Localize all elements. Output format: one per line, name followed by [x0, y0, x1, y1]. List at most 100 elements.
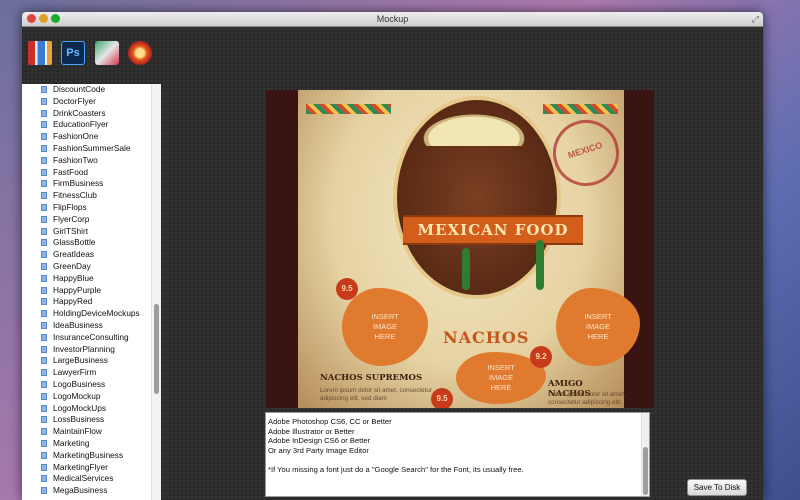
folder-icon	[41, 310, 47, 318]
sidebar-scroll-thumb[interactable]	[154, 304, 159, 394]
sidebar-item-label: MarketingBusiness	[53, 449, 124, 460]
sidebar-item[interactable]: MedicalServices	[22, 473, 160, 485]
illustrator-icon[interactable]	[128, 41, 152, 65]
folder-icon	[41, 487, 47, 495]
sidebar-item-label: FlyerCorp	[53, 213, 90, 224]
template-list[interactable]: DiscountCode DoctorFlyer DrinkCoasters Educ…	[22, 84, 160, 500]
font-note: *If You missing a font just do a "Google…	[268, 465, 524, 474]
sidebar-item-label: EducationFlyer	[53, 119, 109, 130]
sidebar-item-label: GirlTShirt	[53, 225, 89, 236]
sidebar-item[interactable]: IdeaBusiness	[22, 320, 160, 332]
app-window: Mockup ⤢ Ps DiscountCode DoctorFlyer Drink…	[22, 12, 763, 500]
sidebar-item[interactable]: FashionTwo	[22, 155, 160, 167]
folder-icon	[41, 239, 47, 247]
save-to-disk-button[interactable]: Save To Disk	[687, 479, 747, 496]
sidebar-item[interactable]: DrinkCoasters	[22, 108, 160, 120]
folder-icon	[41, 451, 47, 459]
sidebar-item[interactable]: FirmBusiness	[22, 178, 160, 190]
sidebar-item[interactable]: FastFood	[22, 167, 160, 179]
image-placeholder-text: INSERT IMAGE HERE	[584, 312, 612, 341]
mockup-preview: MEXICO MEXICAN FOOD NACHOS INSERT IMAGE …	[266, 90, 654, 408]
sidebar-item[interactable]: HappyBlue	[22, 273, 160, 285]
sidebar-item-label: IdeaBusiness	[53, 319, 103, 330]
sidebar-item[interactable]: MegaBusiness	[22, 485, 160, 497]
sidebar-item-label: FashionSummerSale	[53, 142, 131, 153]
sidebar-item[interactable]: GlassBottle	[22, 237, 160, 249]
requirements-text[interactable]: Adobe Photoshop CS6, CC or Better Adobe …	[265, 412, 650, 497]
sidebar-item[interactable]: Marketing	[22, 438, 160, 450]
sidebar-item-label: GlassBottle	[53, 237, 96, 248]
zoom-button[interactable]	[51, 14, 60, 23]
sidebar-item[interactable]: HappyRed	[22, 296, 160, 308]
title-bar: Mockup ⤢	[22, 12, 763, 27]
sombrero-icon	[410, 108, 538, 146]
sidebar-item[interactable]: GreenDay	[22, 261, 160, 273]
zigzag-border-right	[543, 104, 618, 114]
sidebar-item-label: LargeBusiness	[53, 355, 108, 366]
folder-icon	[41, 298, 47, 306]
sidebar-item-label: DrinkCoasters	[53, 107, 106, 118]
image-placeholder: INSERT IMAGE HERE	[342, 288, 428, 366]
sidebar-item[interactable]: HappyPurple	[22, 285, 160, 297]
sidebar-item-label: GreenDay	[53, 260, 91, 271]
sidebar-item-label: FitnessClub	[53, 190, 97, 201]
sidebar-item[interactable]: LawyerFirm	[22, 367, 160, 379]
sidebar-item[interactable]: MaintainFlow	[22, 426, 160, 438]
folder-icon	[41, 109, 47, 117]
sidebar-item[interactable]: DiscountCode	[22, 84, 160, 96]
cactus-icon	[536, 240, 544, 290]
info-scroll-thumb[interactable]	[643, 447, 648, 495]
folder-icon	[41, 180, 47, 188]
menu-item-description: Lorem ipsum dolor sit amet, consectetur …	[320, 387, 432, 402]
sidebar-item[interactable]: InsuranceConsulting	[22, 332, 160, 344]
sidebar-item[interactable]: EducationFlyer	[22, 119, 160, 131]
folder-icon	[41, 133, 47, 141]
folder-icon	[41, 369, 47, 377]
sidebar-item-label: GreatIdeas	[53, 249, 95, 260]
image-placeholder-text: INSERT IMAGE HERE	[371, 312, 399, 341]
requirement-line: Adobe Illustrator or Better	[268, 426, 355, 436]
sidebar-item-label: FirmBusiness	[53, 178, 104, 189]
sidebar-item[interactable]: GirlTShirt	[22, 226, 160, 238]
sidebar-item-label: FlipFlops	[53, 201, 87, 212]
sidebar-item-label: LossBusiness	[53, 414, 105, 425]
folder-icon	[41, 475, 47, 483]
sidebar-item[interactable]: InvestorPlanning	[22, 344, 160, 356]
sidebar-item[interactable]: LogoMockUps	[22, 403, 160, 415]
sidebar-item-label: DoctorFlyer	[53, 95, 96, 106]
sidebar-item-label: MegaBusiness	[53, 485, 108, 496]
sidebar-item-label: Marketing	[53, 437, 90, 448]
sidebar-item[interactable]: LargeBusiness	[22, 355, 160, 367]
sidebar-item[interactable]: DoctorFlyer	[22, 96, 160, 108]
folder-icon	[41, 321, 47, 329]
cards-icon[interactable]	[95, 41, 119, 65]
close-button[interactable]	[27, 14, 36, 23]
sidebar-item[interactable]: FlipFlops	[22, 202, 160, 214]
photoshop-icon[interactable]: Ps	[61, 41, 85, 65]
sidebar-item[interactable]: FitnessClub	[22, 190, 160, 202]
sidebar-item[interactable]: FashionOne	[22, 131, 160, 143]
fullscreen-icon[interactable]: ⤢	[752, 13, 759, 25]
sidebar-item[interactable]: GreatIdeas	[22, 249, 160, 261]
sidebar-item[interactable]: FlyerCorp	[22, 214, 160, 226]
sidebar-item-label: LogoMockup	[53, 390, 101, 401]
info-scrollbar[interactable]	[641, 413, 649, 496]
sidebar-scrollbar[interactable]	[151, 84, 161, 500]
folder-icon	[41, 404, 47, 412]
minimize-button[interactable]	[39, 14, 48, 23]
menu-item-description: Lorem ipsum dolor sit amet, consectetur …	[548, 391, 626, 406]
pages-icon[interactable]	[28, 41, 52, 65]
menu-item-heading: NACHOS SUPREMOS	[320, 373, 423, 383]
sidebar-item[interactable]: MarketingFlyer	[22, 462, 160, 474]
folder-icon	[41, 86, 47, 93]
sidebar-item[interactable]: HoldingDeviceMockups	[22, 308, 160, 320]
sidebar-item-label: FashionTwo	[53, 154, 98, 165]
sidebar-item-label: HappyBlue	[53, 272, 94, 283]
sidebar-item-label: MedicalServices	[53, 473, 114, 484]
sidebar-item[interactable]: MarketingBusiness	[22, 450, 160, 462]
sidebar-item[interactable]: LogoBusiness	[22, 379, 160, 391]
sidebar-item[interactable]: FashionSummerSale	[22, 143, 160, 155]
zigzag-border-left	[306, 104, 391, 114]
sidebar-item[interactable]: LossBusiness	[22, 414, 160, 426]
sidebar-item[interactable]: LogoMockup	[22, 391, 160, 403]
